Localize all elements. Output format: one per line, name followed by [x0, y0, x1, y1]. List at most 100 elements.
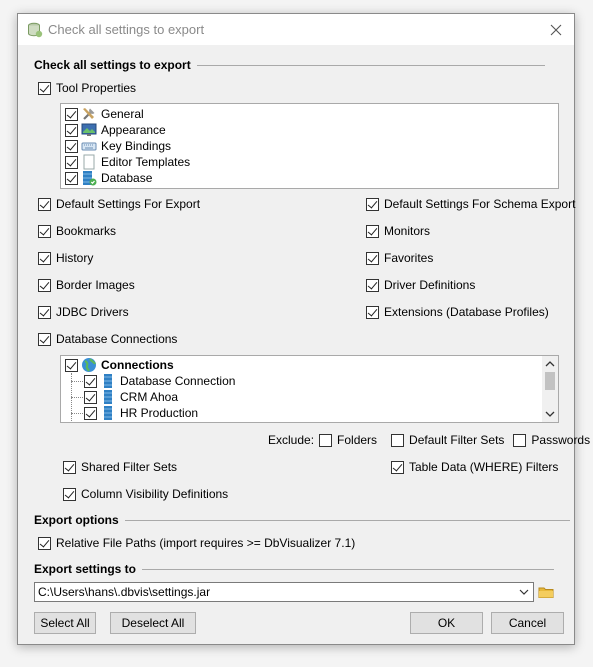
checkbox-box[interactable] [366, 224, 379, 238]
checkbox-box[interactable] [391, 433, 405, 447]
default-settings-schema-export-checkbox[interactable]: Default Settings For Schema Export [366, 196, 575, 212]
scroll-up-icon[interactable] [542, 357, 558, 371]
jdbc-drivers-checkbox[interactable]: JDBC Drivers [38, 304, 129, 320]
shared-filter-sets-checkbox[interactable]: Shared Filter Sets [63, 459, 177, 475]
tree-guide [71, 397, 83, 398]
checkbox-box[interactable] [38, 81, 51, 95]
database-connections-checkbox[interactable]: Database Connections [38, 331, 177, 347]
tool-properties-checkbox[interactable]: Tool Properties [38, 80, 136, 96]
section-export-options: Export options [34, 513, 570, 527]
folder-icon[interactable] [538, 584, 554, 600]
checkbox-box[interactable] [84, 374, 97, 388]
chevron-down-icon[interactable] [519, 588, 529, 596]
history-checkbox[interactable]: History [38, 250, 93, 266]
tree-item-connection[interactable]: Database Connection [84, 373, 235, 389]
section-export-to: Export settings to [34, 562, 555, 576]
export-settings-dialog: Check all settings to export Check all s… [17, 13, 590, 645]
checkbox-box[interactable] [366, 251, 379, 265]
checkbox-box[interactable] [38, 251, 51, 265]
connections-tree[interactable]: Connections Database Connection CRM Ahoa [60, 355, 559, 423]
column-visibility-checkbox[interactable]: Column Visibility Definitions [63, 486, 228, 502]
checkbox-box[interactable] [84, 390, 97, 404]
title-bar: Check all settings to export [18, 14, 574, 45]
checkbox-box[interactable] [84, 406, 97, 420]
checkbox-box[interactable] [65, 139, 78, 153]
close-button[interactable] [538, 14, 574, 45]
relative-paths-checkbox[interactable]: Relative File Paths (import requires >= … [38, 535, 355, 551]
scroll-down-icon[interactable] [542, 407, 558, 421]
tree-root-connections[interactable]: Connections [65, 357, 174, 373]
checkbox-box[interactable] [65, 155, 78, 169]
list-item-database[interactable]: Database [65, 170, 152, 186]
checkbox-box[interactable] [65, 123, 78, 137]
bookmarks-checkbox[interactable]: Bookmarks [38, 223, 116, 239]
exclude-passwords-label: Passwords [531, 433, 591, 447]
section-export-to-label: Export settings to [34, 562, 137, 576]
database-icon [104, 374, 112, 388]
table-data-filters-checkbox[interactable]: Table Data (WHERE) Filters [391, 459, 558, 475]
tree-guide [71, 381, 83, 382]
checkbox-box[interactable] [38, 305, 51, 319]
database-icon [83, 171, 97, 186]
checkbox-box[interactable] [38, 197, 51, 211]
section-check-all: Check all settings to export [34, 58, 545, 72]
close-icon [550, 24, 562, 35]
cancel-button[interactable]: Cancel [491, 612, 564, 634]
checkbox-box[interactable] [65, 171, 78, 185]
checkbox-box[interactable] [513, 433, 527, 447]
export-path-value: C:\Users\hans\.dbvis\settings.jar [38, 585, 211, 599]
section-check-all-label: Check all settings to export [34, 58, 191, 72]
favorites-checkbox[interactable]: Favorites [366, 250, 433, 266]
section-divider [196, 64, 545, 66]
tool-properties-list[interactable]: General Appearance Key Bindings Editor T… [60, 103, 559, 189]
checkbox-box[interactable] [65, 358, 78, 372]
list-item-editor-templates[interactable]: Editor Templates [65, 154, 190, 170]
select-all-button[interactable]: Select All [34, 612, 96, 634]
tree-guide [71, 413, 83, 414]
database-icon [104, 406, 112, 420]
section-divider [142, 568, 555, 570]
ok-button[interactable]: OK [410, 612, 483, 634]
checkbox-box[interactable] [63, 487, 76, 501]
globe-icon [82, 358, 96, 372]
checkbox-box[interactable] [38, 332, 51, 346]
checkbox-box[interactable] [319, 433, 333, 447]
tree-item-connection[interactable]: HR Production [84, 405, 198, 421]
section-export-options-label: Export options [34, 513, 119, 527]
checkbox-box[interactable] [38, 224, 51, 238]
checkbox-box[interactable] [38, 278, 51, 292]
export-path-combobox[interactable]: C:\Users\hans\.dbvis\settings.jar [34, 582, 534, 602]
tree-item-connection[interactable]: CRM Ahoa [84, 389, 178, 405]
default-settings-export-checkbox[interactable]: Default Settings For Export [38, 196, 200, 212]
monitors-checkbox[interactable]: Monitors [366, 223, 430, 239]
exclude-row: Exclude: Folders Default Filter Sets Pas… [268, 432, 590, 448]
list-item-general[interactable]: General [65, 106, 144, 122]
database-icon [104, 390, 112, 404]
exclude-filter-sets-label: Default Filter Sets [409, 433, 505, 447]
template-icon [83, 154, 95, 170]
deselect-all-button[interactable]: Deselect All [110, 612, 196, 634]
checkbox-box[interactable] [366, 305, 379, 319]
checkbox-box[interactable] [366, 197, 379, 211]
dbvis-app-icon [28, 22, 43, 38]
tree-root-label: Connections [101, 358, 174, 372]
list-item-appearance[interactable]: Appearance [65, 122, 166, 138]
driver-definitions-checkbox[interactable]: Driver Definitions [366, 277, 475, 293]
checkbox-box[interactable] [38, 536, 51, 550]
checkbox-box[interactable] [63, 460, 76, 474]
list-item-key-bindings[interactable]: Key Bindings [65, 138, 171, 154]
window-title: Check all settings to export [48, 22, 205, 37]
border-images-checkbox[interactable]: Border Images [38, 277, 135, 293]
section-divider [124, 519, 570, 521]
extensions-checkbox[interactable]: Extensions (Database Profiles) [366, 304, 549, 320]
keyboard-icon [81, 142, 97, 151]
scroll-thumb[interactable] [545, 372, 555, 390]
checkbox-box[interactable] [65, 107, 78, 121]
exclude-folders-label: Folders [337, 433, 378, 447]
tree-scrollbar[interactable] [542, 356, 558, 422]
checkbox-box[interactable] [391, 460, 404, 474]
appearance-icon [81, 123, 97, 136]
exclude-label: Exclude: [268, 433, 315, 447]
tools-icon [83, 108, 95, 120]
checkbox-box[interactable] [366, 278, 379, 292]
